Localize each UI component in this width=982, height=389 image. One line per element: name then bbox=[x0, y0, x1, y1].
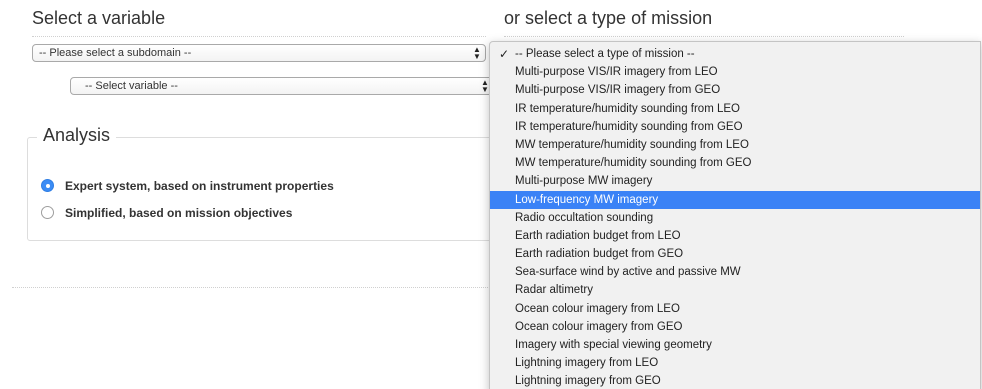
variable-select[interactable]: -- Select variable -- ▲ ▼ bbox=[70, 77, 494, 95]
mission-option[interactable]: Multi-purpose VIS/IR imagery from GEO bbox=[490, 81, 980, 99]
analysis-legend: Analysis bbox=[37, 125, 117, 146]
mission-option-label: Lightning imagery from LEO bbox=[515, 357, 659, 370]
right-heading-divider bbox=[504, 36, 904, 37]
mission-option[interactable]: IR temperature/humidity sounding from GE… bbox=[490, 118, 980, 136]
mission-option-label: Ocean colour imagery from GEO bbox=[515, 320, 683, 333]
mission-option-label: Multi-purpose VIS/IR imagery from LEO bbox=[515, 66, 718, 79]
subdomain-select[interactable]: -- Please select a subdomain -- ▲ ▼ bbox=[32, 44, 486, 62]
mission-option[interactable]: Radar altimetry bbox=[490, 281, 980, 299]
up-down-stepper-icon: ▲ ▼ bbox=[481, 78, 489, 94]
mission-option[interactable]: Radio occultation sounding bbox=[490, 209, 980, 227]
mission-type-dropdown-menu[interactable]: ✓ -- Please select a type of mission -- Mu… bbox=[489, 41, 981, 389]
radio-unchecked-icon[interactable] bbox=[41, 206, 54, 219]
mission-option-label: Multi-purpose MW imagery bbox=[515, 175, 653, 188]
mission-option[interactable]: Sea-surface wind by active and passive M… bbox=[490, 263, 980, 281]
subdomain-select-value: -- Please select a subdomain -- bbox=[39, 47, 192, 59]
mission-option[interactable]: IR temperature/humidity sounding from LE… bbox=[490, 100, 980, 118]
mission-option-label: Earth radiation budget from GEO bbox=[515, 248, 684, 261]
mission-option-label: Imagery with special viewing geometry bbox=[515, 339, 712, 351]
mission-option-label: Radar altimetry bbox=[515, 284, 593, 297]
mission-option-label: MW temperature/humidity sounding from LE… bbox=[515, 138, 749, 151]
mission-option[interactable]: ✓ -- Please select a type of mission -- bbox=[490, 45, 980, 63]
mission-option[interactable]: MW temperature/humidity sounding from GE… bbox=[490, 154, 980, 172]
mission-option[interactable]: Low-frequency MW imagery bbox=[490, 190, 980, 209]
section-divider bbox=[12, 287, 490, 288]
mission-option[interactable]: MW temperature/humidity sounding from LE… bbox=[490, 136, 980, 154]
mission-selection-page: Select a variable or select a type of mi… bbox=[0, 0, 982, 389]
mission-option-label: -- Please select a type of mission -- bbox=[515, 48, 695, 60]
mission-option[interactable]: Multi-purpose MW imagery bbox=[490, 172, 980, 190]
select-variable-heading: Select a variable bbox=[32, 8, 166, 28]
mission-option-label: Ocean colour imagery from LEO bbox=[515, 302, 680, 315]
up-down-stepper-icon: ▲ ▼ bbox=[473, 45, 481, 61]
radio-expert-system-label: Expert system, based on instrument prope… bbox=[65, 179, 334, 193]
mission-option[interactable]: Ocean colour imagery from GEO bbox=[490, 318, 980, 336]
variable-select-value: -- Select variable -- bbox=[85, 80, 178, 92]
mission-option[interactable]: Lightning imagery from GEO bbox=[490, 372, 980, 389]
mission-option-label: Low-frequency MW imagery bbox=[515, 193, 659, 206]
mission-option-label: Sea-surface wind by active and passive M… bbox=[515, 266, 741, 279]
mission-type-heading: or select a type of mission bbox=[504, 8, 713, 28]
mission-option[interactable]: Imagery with special viewing geometry bbox=[490, 336, 980, 354]
mission-option-label: Lightning imagery from GEO bbox=[515, 375, 661, 388]
checkmark-icon: ✓ bbox=[499, 47, 510, 61]
mission-option[interactable]: Earth radiation budget from GEO bbox=[490, 245, 980, 263]
mission-option[interactable]: Lightning imagery from LEO bbox=[490, 354, 980, 372]
mission-option[interactable]: Ocean colour imagery from LEO bbox=[490, 300, 980, 318]
mission-option[interactable]: Earth radiation budget from LEO bbox=[490, 227, 980, 245]
mission-option-label: Multi-purpose VIS/IR imagery from GEO bbox=[515, 84, 721, 97]
mission-option-label: IR temperature/humidity sounding from GE… bbox=[515, 120, 743, 133]
radio-checked-icon[interactable] bbox=[41, 179, 54, 192]
mission-option-label: IR temperature/humidity sounding from LE… bbox=[515, 102, 740, 115]
mission-option-label: Radio occultation sounding bbox=[515, 211, 654, 224]
left-heading-divider bbox=[32, 36, 486, 37]
mission-option-label: Earth radiation budget from LEO bbox=[515, 229, 681, 242]
radio-simplified-label: Simplified, based on mission objectives bbox=[65, 206, 293, 220]
mission-option-label: MW temperature/humidity sounding from GE… bbox=[515, 157, 752, 170]
mission-option[interactable]: Multi-purpose VIS/IR imagery from LEO bbox=[490, 63, 980, 81]
